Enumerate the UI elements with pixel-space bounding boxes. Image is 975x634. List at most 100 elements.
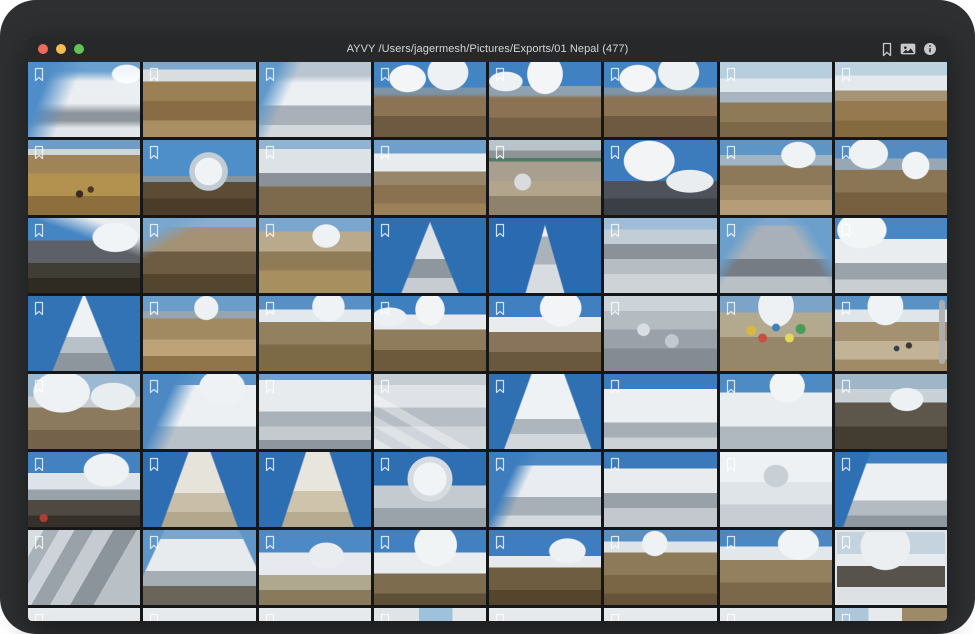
photo-tile[interactable] — [604, 452, 716, 527]
bookmark-icon — [725, 301, 737, 316]
photo-tile[interactable] — [835, 608, 947, 621]
photo-tile[interactable] — [720, 140, 832, 215]
photo-tile[interactable] — [374, 608, 486, 621]
photo-tile[interactable] — [489, 218, 601, 293]
photo-tile[interactable] — [835, 530, 947, 605]
bookmark-icon — [33, 301, 45, 316]
photo-tile[interactable] — [604, 140, 716, 215]
photo-tile[interactable] — [28, 374, 140, 449]
photo-tile[interactable] — [720, 62, 832, 137]
photo-tile[interactable] — [259, 218, 371, 293]
bookmark-icon — [840, 379, 852, 394]
bookmark-icon — [379, 145, 391, 160]
photo-tile[interactable] — [489, 608, 601, 621]
bookmark-icon — [148, 67, 160, 82]
photo-tile[interactable] — [28, 140, 140, 215]
bookmark-icon — [494, 379, 506, 394]
scrollbar-thumb[interactable] — [939, 300, 945, 364]
photo-tile[interactable] — [259, 374, 371, 449]
photo-tile[interactable] — [374, 374, 486, 449]
photo-tile[interactable] — [374, 218, 486, 293]
minimize-button[interactable] — [56, 44, 66, 54]
photo-tile[interactable] — [489, 296, 601, 371]
photo-tile[interactable] — [374, 62, 486, 137]
zoom-button[interactable] — [74, 44, 84, 54]
photo-tile[interactable] — [720, 452, 832, 527]
photo-tile[interactable] — [374, 530, 486, 605]
photo-tile[interactable] — [489, 140, 601, 215]
bookmark-icon — [379, 457, 391, 472]
photo-tile[interactable] — [374, 296, 486, 371]
photo-tile[interactable] — [374, 140, 486, 215]
photo-tile[interactable] — [489, 374, 601, 449]
photo-tile[interactable] — [28, 452, 140, 527]
bookmark-icon — [840, 613, 852, 621]
photo-tile[interactable] — [28, 296, 140, 371]
bookmark-icon — [264, 379, 276, 394]
photo-tile[interactable] — [143, 62, 255, 137]
bookmark-icon — [264, 457, 276, 472]
photo-tile[interactable] — [835, 374, 947, 449]
ayvy-window: AYVY /Users/jagermesh/Pictures/Exports/0… — [28, 36, 947, 621]
bookmark-icon — [33, 223, 45, 238]
bookmark-icon — [379, 535, 391, 550]
info-icon[interactable] — [923, 42, 937, 56]
bookmark-icon — [609, 301, 621, 316]
photo-tile[interactable] — [720, 296, 832, 371]
bookmark-icon — [609, 535, 621, 550]
photo-tile[interactable] — [835, 296, 947, 371]
photo-tile[interactable] — [259, 296, 371, 371]
bookmark-icon — [494, 613, 506, 621]
photo-tile[interactable] — [143, 218, 255, 293]
photo-tile[interactable] — [143, 608, 255, 621]
photo-tile[interactable] — [604, 530, 716, 605]
photo-tile[interactable] — [720, 374, 832, 449]
bookmark-icon[interactable] — [881, 42, 893, 57]
bookmark-icon — [148, 145, 160, 160]
photo-tile[interactable] — [835, 218, 947, 293]
bookmark-icon — [33, 457, 45, 472]
bookmark-icon — [264, 145, 276, 160]
photo-tile[interactable] — [28, 530, 140, 605]
bookmark-icon — [379, 613, 391, 621]
bookmark-icon — [379, 67, 391, 82]
bookmark-icon — [494, 67, 506, 82]
photo-tile[interactable] — [720, 608, 832, 621]
photo-tile[interactable] — [28, 608, 140, 621]
image-icon[interactable] — [900, 42, 916, 56]
photo-tile[interactable] — [835, 62, 947, 137]
photo-tile[interactable] — [604, 296, 716, 371]
bookmark-icon — [494, 535, 506, 550]
photo-tile[interactable] — [28, 62, 140, 137]
photo-tile[interactable] — [143, 530, 255, 605]
photo-tile[interactable] — [259, 530, 371, 605]
photo-tile[interactable] — [604, 608, 716, 621]
photo-tile[interactable] — [259, 62, 371, 137]
photo-tile[interactable] — [259, 140, 371, 215]
photo-tile[interactable] — [720, 218, 832, 293]
photo-tile[interactable] — [259, 452, 371, 527]
photo-tile[interactable] — [604, 218, 716, 293]
photo-tile[interactable] — [835, 140, 947, 215]
photo-tile[interactable] — [143, 296, 255, 371]
photo-tile[interactable] — [720, 530, 832, 605]
photo-tile[interactable] — [604, 62, 716, 137]
photo-tile[interactable] — [374, 452, 486, 527]
photo-tile[interactable] — [143, 452, 255, 527]
photo-tile[interactable] — [143, 140, 255, 215]
photo-tile[interactable] — [489, 530, 601, 605]
photo-tile[interactable] — [489, 452, 601, 527]
photo-tile[interactable] — [604, 374, 716, 449]
photo-tile[interactable] — [28, 218, 140, 293]
photo-tile[interactable] — [143, 374, 255, 449]
bookmark-icon — [609, 67, 621, 82]
photo-tile[interactable] — [835, 452, 947, 527]
bookmark-icon — [148, 535, 160, 550]
titlebar-toolbar — [881, 42, 937, 57]
photo-tile[interactable] — [259, 608, 371, 621]
bookmark-icon — [609, 145, 621, 160]
bookmark-icon — [840, 535, 852, 550]
bookmark-icon — [148, 457, 160, 472]
photo-tile[interactable] — [489, 62, 601, 137]
close-button[interactable] — [38, 44, 48, 54]
